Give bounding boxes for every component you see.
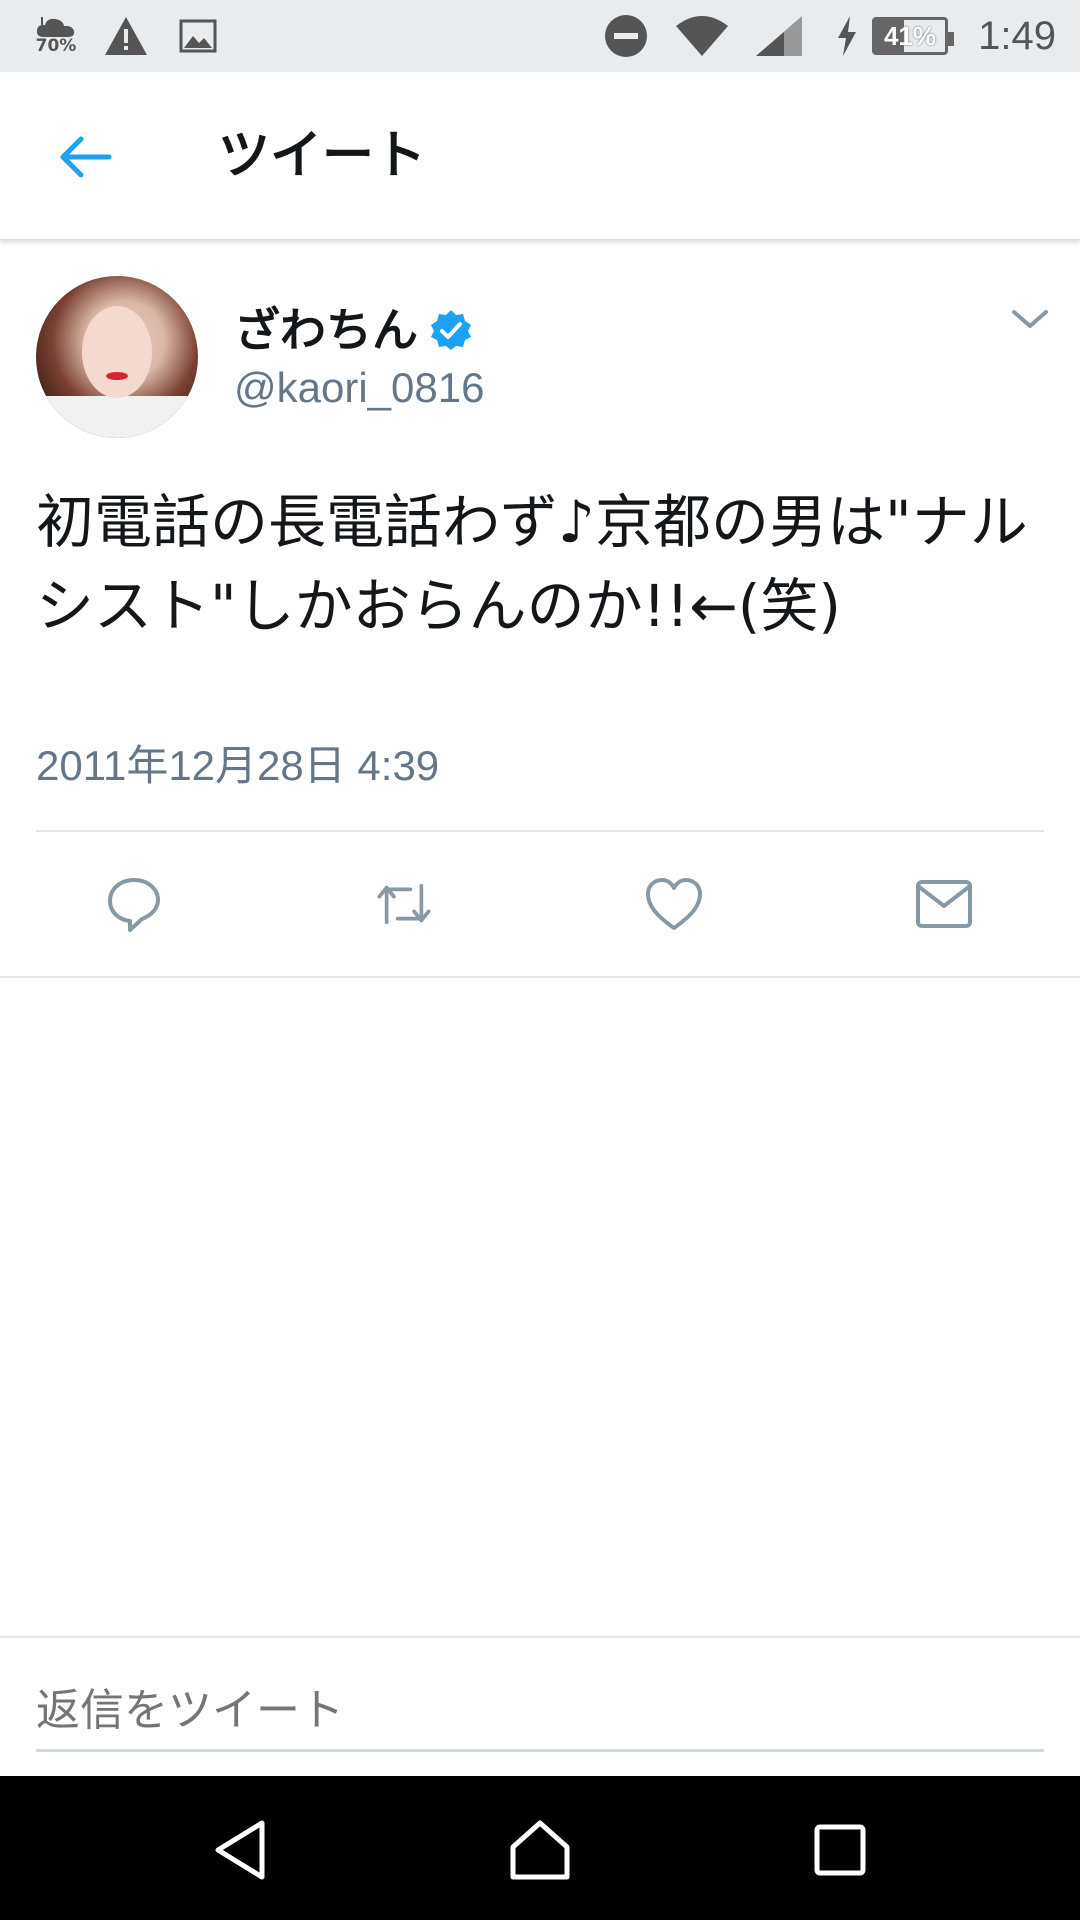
home-icon	[510, 1820, 570, 1880]
nav-back-button[interactable]	[200, 1810, 280, 1890]
reply-button[interactable]	[102, 872, 166, 936]
nav-home-button[interactable]	[500, 1810, 580, 1890]
battery-icon: 41%	[868, 12, 954, 60]
nav-recents-button[interactable]	[800, 1810, 880, 1890]
system-navigation-bar	[0, 1776, 1080, 1920]
direct-message-button[interactable]	[912, 872, 976, 936]
user-handle[interactable]: @kaori_0816	[234, 360, 484, 416]
charging-icon	[832, 12, 862, 60]
back-button[interactable]	[40, 122, 130, 192]
back-arrow-icon	[60, 136, 112, 178]
page-title: ツイート	[218, 126, 427, 186]
reply-composer	[0, 1636, 1080, 1776]
tweet-timestamp: 2011年12月28日 4:39	[36, 742, 440, 789]
wifi-icon	[672, 12, 732, 60]
weather-icon: 70%	[28, 12, 84, 60]
tweet-text: 初電話の長電話わず♪京都の男は"ナルシスト"しかおらんのか!!←(笑)	[36, 488, 1028, 640]
verified-badge-icon	[431, 310, 471, 350]
warning-icon	[100, 12, 152, 60]
reply-icon	[108, 878, 160, 932]
chevron-down-icon[interactable]	[1010, 304, 1050, 334]
reply-input[interactable]	[36, 1672, 1044, 1752]
app-header: ツイート	[0, 72, 1080, 240]
battery-percent: 41%	[883, 20, 937, 51]
do-not-disturb-icon	[600, 12, 652, 60]
direct-message-icon	[916, 880, 972, 928]
like-button[interactable]	[642, 872, 706, 936]
signal-icon	[752, 12, 806, 60]
display-name[interactable]: ざわちん	[234, 300, 418, 360]
author-name-row[interactable]: ざわちん	[234, 300, 472, 360]
like-icon	[646, 878, 702, 930]
weather-percent: 70%	[35, 36, 77, 56]
avatar[interactable]	[36, 276, 198, 438]
back-triangle-icon	[215, 1820, 265, 1880]
tweet-actions	[0, 832, 1080, 976]
retweet-icon	[377, 883, 431, 925]
clock: 1:49	[978, 14, 1056, 58]
image-icon	[174, 12, 222, 60]
divider	[0, 976, 1080, 978]
retweet-button[interactable]	[372, 872, 436, 936]
recents-icon	[814, 1824, 866, 1876]
status-bar: 70% 41% 1:49	[0, 0, 1080, 72]
